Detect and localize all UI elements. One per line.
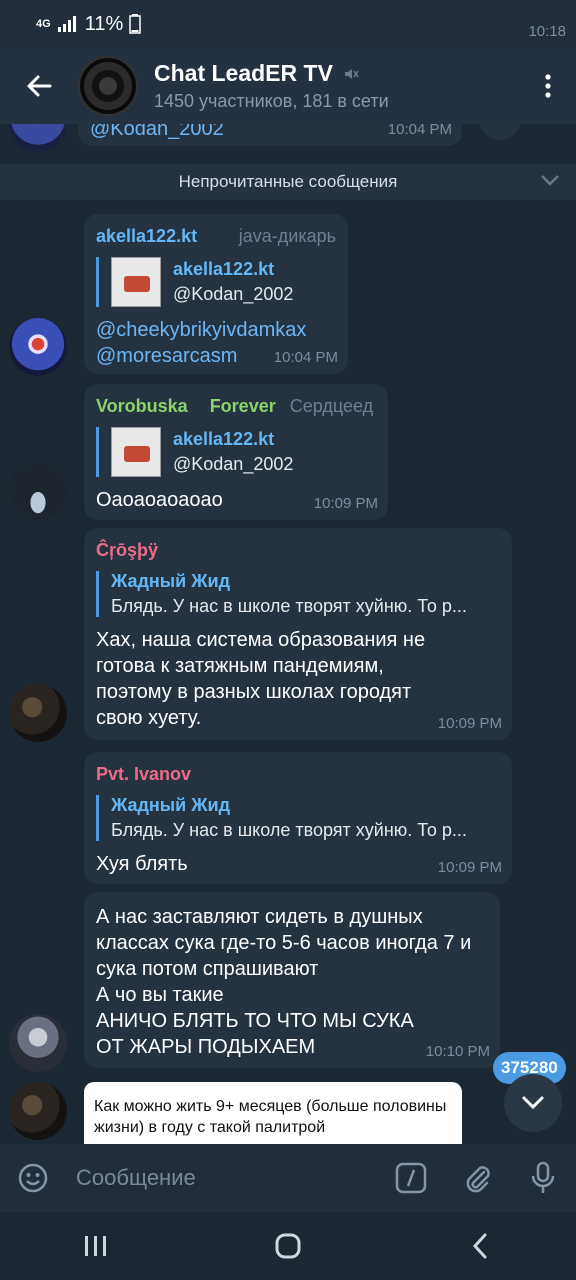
message-bubble[interactable]: akella122.kt java-дикарь akella122.kt @K…	[84, 214, 348, 374]
attach-button[interactable]	[444, 1144, 510, 1212]
message-composer: Сообщение	[0, 1144, 576, 1212]
avatar[interactable]	[9, 684, 67, 742]
message-bubble[interactable]: А нас заставляют сидеть в душных классах…	[84, 892, 500, 1068]
bot-commands-button[interactable]	[378, 1144, 444, 1212]
more-vertical-icon	[545, 74, 551, 98]
reply-sender: akella122.kt	[173, 429, 275, 449]
reply-preview[interactable]: akella122.kt @Kodan_2002	[96, 427, 376, 477]
battery-icon	[129, 14, 141, 34]
reply-text: Блядь. У нас в школе творят хуйню. То р.…	[111, 596, 467, 616]
recent-apps-icon	[85, 1236, 106, 1256]
sender-name[interactable]: akella122.kt	[96, 226, 197, 247]
paperclip-icon	[466, 1166, 490, 1193]
message-bubble[interactable]: Vorobuska Forever Сердцеед akella122.kt …	[84, 384, 388, 520]
nav-back-button[interactable]	[440, 1212, 520, 1280]
muted-speaker-icon	[344, 68, 359, 79]
reply-text: @Kodan_2002	[173, 284, 294, 304]
chat-title: Chat LeadER TV	[154, 60, 333, 86]
avatar[interactable]	[9, 462, 67, 520]
reply-thumbnail	[111, 257, 161, 307]
sender-name[interactable]: Pvt. Ivanov	[96, 764, 191, 785]
status-bar: 10:18 4G 11%	[0, 0, 576, 48]
reply-preview[interactable]: Жадный Жид Блядь. У нас в школе творят х…	[96, 795, 500, 841]
avatar[interactable]	[9, 1082, 67, 1140]
battery-percent: 11%	[84, 12, 124, 35]
member-badge: java-дикарь	[238, 226, 336, 246]
message-list[interactable]: @Kodan_2002 10:04 PM Непрочитанные сообщ…	[0, 124, 576, 1144]
avatar[interactable]	[9, 124, 67, 152]
avatar[interactable]	[9, 1014, 67, 1072]
scroll-down-button[interactable]	[504, 1074, 562, 1132]
image-caption-text: Как можно жить 9+ месяцев (больше полови…	[94, 1098, 447, 1136]
message-time: 10:04 PM	[273, 349, 338, 366]
home-icon	[275, 1233, 301, 1259]
image-message[interactable]: Как можно жить 9+ месяцев (больше полови…	[84, 1082, 462, 1144]
message-time: 10:04 PM	[387, 124, 452, 138]
chevron-left-icon	[472, 1233, 487, 1259]
slash-command-icon	[395, 1162, 427, 1194]
message-time: 10:10 PM	[425, 1043, 490, 1060]
reply-sender: Жадный Жид	[111, 795, 230, 815]
signal-icon	[57, 16, 76, 32]
share-button[interactable]	[478, 124, 522, 140]
unread-divider-label: Непрочитанные сообщения	[178, 172, 398, 191]
status-icons: 4G 11%	[36, 13, 141, 36]
reply-text: Блядь. У нас в школе творят хуйню. То р.…	[111, 820, 467, 840]
chevron-down-icon[interactable]	[540, 173, 560, 187]
reply-preview[interactable]: Жадный Жид Блядь. У нас в школе творят х…	[96, 571, 500, 617]
network-type: 4G	[36, 18, 51, 30]
message-time: 10:09 PM	[313, 495, 378, 512]
message-bubble[interactable]: @Kodan_2002 10:04 PM	[78, 124, 462, 146]
recent-apps-button[interactable]	[56, 1212, 136, 1280]
arrow-left-icon	[27, 75, 52, 97]
smile-icon	[18, 1163, 48, 1193]
message-text[interactable]: А нас заставляют сидеть в душных классах…	[96, 904, 488, 982]
clock: 10:18	[528, 23, 566, 40]
chat-header: Chat LeadER TV 1450 участников, 181 в се…	[0, 48, 576, 124]
sender-name[interactable]: Vorobuska	[96, 396, 188, 417]
menu-button[interactable]	[520, 48, 576, 124]
message-text[interactable]: А чо вы такие	[96, 982, 488, 1008]
back-button[interactable]	[0, 48, 78, 124]
voice-record-button[interactable]	[510, 1144, 576, 1212]
chat-info[interactable]: Chat LeadER TV 1450 участников, 181 в се…	[154, 60, 520, 112]
mention-link[interactable]: @cheekybrikyivdamkax	[96, 317, 336, 343]
chat-avatar[interactable]	[78, 56, 138, 116]
message-bubble[interactable]: Pvt. Ivanov Жадный Жид Блядь. У нас в шк…	[84, 752, 512, 884]
chevron-down-icon	[522, 1096, 544, 1110]
microphone-icon	[531, 1161, 555, 1193]
chat-members: 1450 участников, 181 в сети	[154, 91, 389, 111]
sender-name[interactable]: Ĉŗōşþÿ	[96, 540, 158, 561]
member-badge: Сердцеед	[289, 396, 374, 416]
message-bubble[interactable]: Ĉŗōşþÿ Жадный Жид Блядь. У нас в школе т…	[84, 528, 512, 740]
message-time: 10:09 PM	[437, 859, 502, 876]
message-time: 10:09 PM	[437, 715, 502, 732]
reply-preview[interactable]: akella122.kt @Kodan_2002	[96, 257, 336, 307]
unread-divider: Непрочитанные сообщения	[0, 164, 576, 200]
system-nav-bar	[0, 1212, 576, 1280]
home-button[interactable]	[248, 1212, 328, 1280]
sender-name-part[interactable]: Forever	[210, 396, 276, 417]
reply-sender: Жадный Жид	[111, 571, 230, 591]
reply-thumbnail	[111, 427, 161, 477]
message-input[interactable]: Сообщение	[66, 1165, 378, 1191]
reply-text: @Kodan_2002	[173, 454, 294, 474]
emoji-button[interactable]	[0, 1144, 66, 1212]
reply-sender: akella122.kt	[173, 259, 275, 279]
avatar[interactable]	[9, 318, 67, 376]
